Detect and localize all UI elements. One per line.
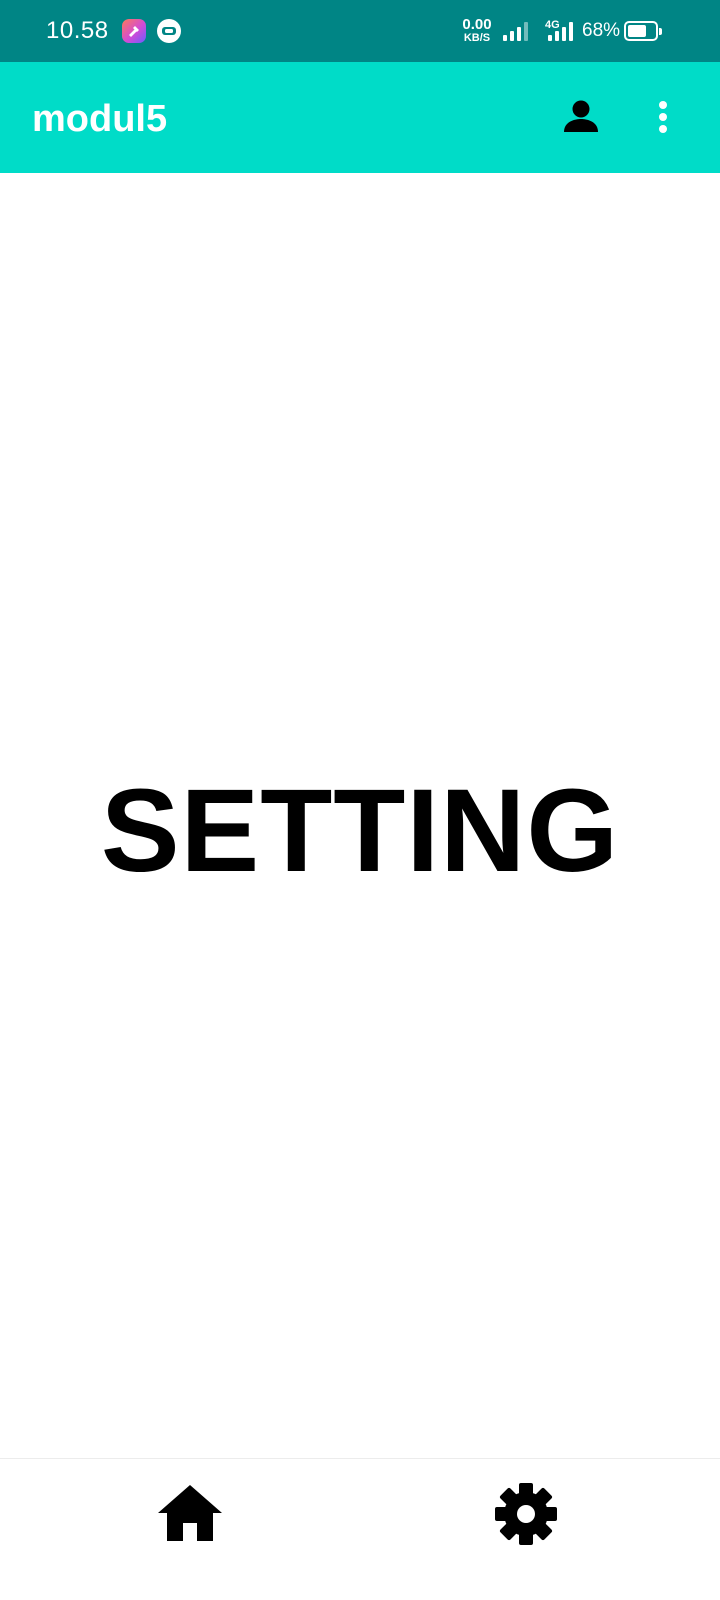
- signal-icon: [503, 22, 528, 41]
- status-time: 10.58: [46, 17, 109, 44]
- bottom-navigation: [0, 1458, 720, 1600]
- status-bar: 10.58 0.00 KB/S 4G 68%: [0, 0, 720, 62]
- nav-item-home[interactable]: [150, 1481, 230, 1561]
- overflow-menu-button[interactable]: [652, 96, 674, 138]
- signal-4g-icon: [548, 22, 573, 41]
- profile-button[interactable]: [560, 96, 602, 138]
- gear-icon: [495, 1483, 557, 1545]
- battery-icon: [624, 21, 662, 41]
- person-icon: [564, 100, 598, 132]
- app-title: modul5: [32, 98, 168, 140]
- app-bar: modul5: [0, 62, 720, 173]
- network-speed: 0.00 KB/S: [459, 17, 495, 44]
- page-heading: SETTING: [100, 765, 620, 897]
- battery-level: [628, 25, 646, 37]
- content-area: SETTING: [0, 173, 720, 1458]
- battery-nub: [659, 28, 662, 35]
- nav-item-settings[interactable]: [487, 1481, 567, 1561]
- home-icon: [158, 1485, 222, 1541]
- network-speed-unit: KB/S: [463, 32, 491, 44]
- more-vert-icon: [659, 101, 667, 133]
- battery-percent: 68%: [582, 20, 621, 41]
- app-notification-icon: [122, 19, 146, 43]
- messaging-notification-icon: [157, 19, 181, 43]
- network-speed-value: 0.00: [462, 16, 492, 33]
